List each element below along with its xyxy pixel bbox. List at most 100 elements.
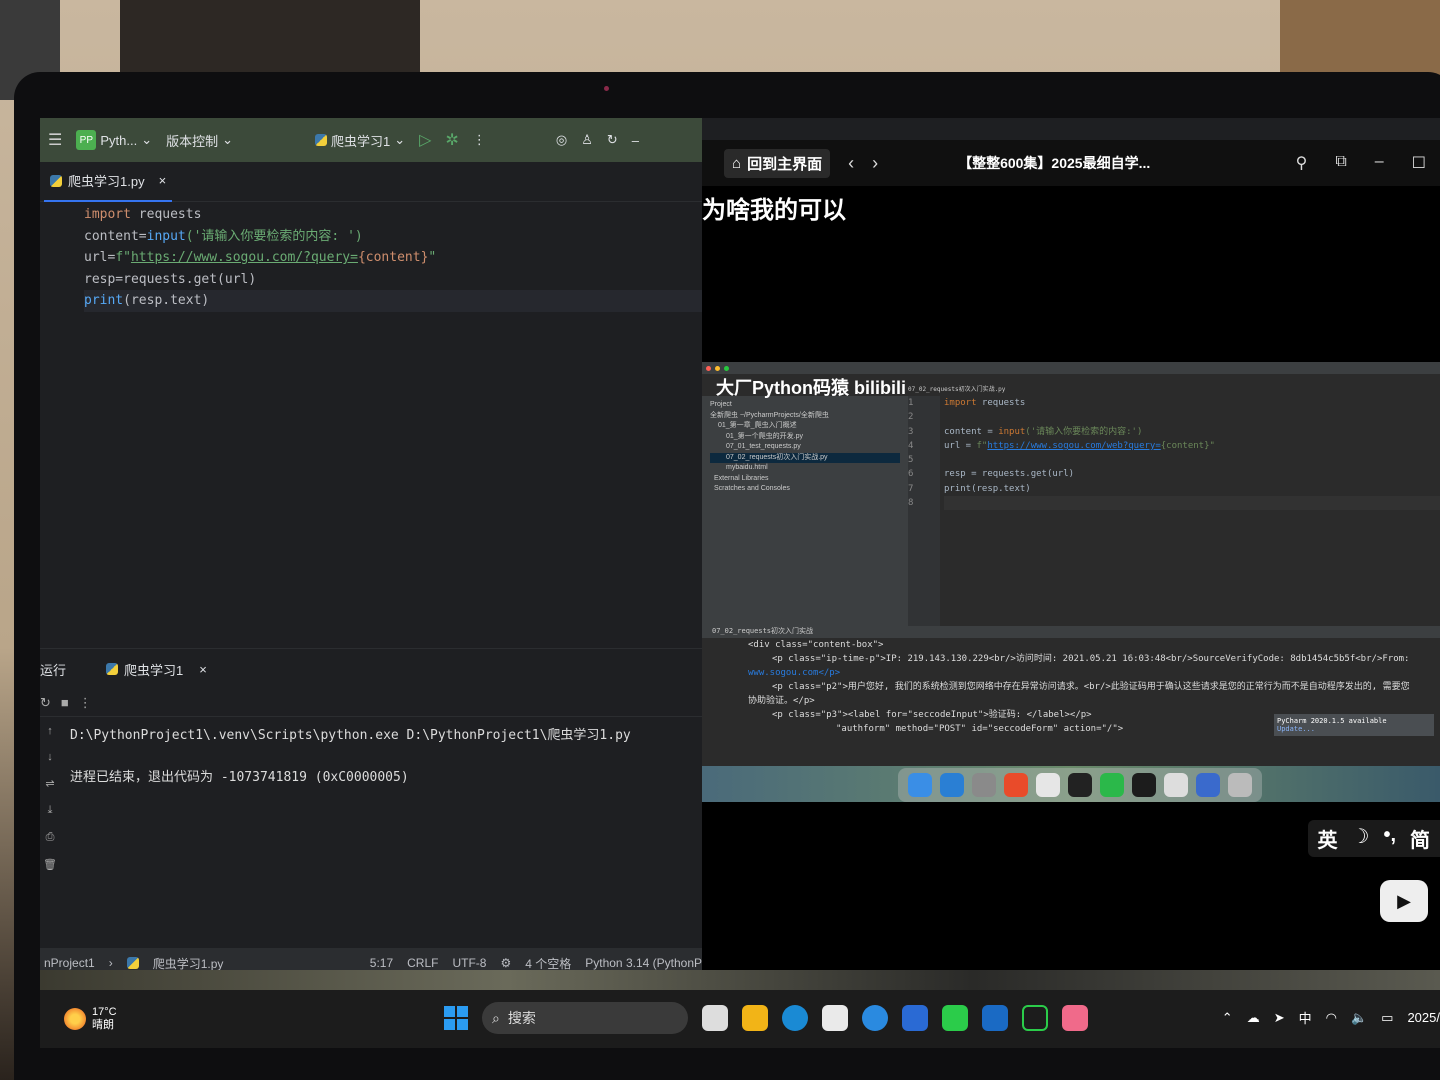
run-config-selector[interactable]: 爬虫学习1 ⌄ [315, 131, 405, 150]
hamburger-menu-icon[interactable]: ☰ [48, 130, 62, 150]
punctuation-icon[interactable]: •, [1383, 824, 1396, 853]
vcs-menu-label: 版本控制 [166, 133, 219, 149]
console-command: D:\PythonProject1\.venv\Scripts\python.e… [70, 728, 631, 743]
bilibili-tv-icon[interactable]: ▶ [1380, 880, 1428, 922]
vcs-menu[interactable]: 版本控制 ⌄ [166, 131, 233, 150]
pycharm-icon[interactable] [1022, 1005, 1048, 1031]
location-icon[interactable]: ➤ [1274, 1010, 1285, 1026]
code-area[interactable]: import requests content=input('请输入你要检索的内… [84, 204, 702, 312]
search-icon: ⌕ [492, 1009, 500, 1026]
close-icon[interactable]: × [199, 662, 207, 677]
caret-position[interactable]: 5:17 [370, 956, 393, 970]
code-string: ('请输入你要检索的内容:') [1025, 426, 1143, 437]
soft-wrap-icon[interactable]: ⇌ [45, 777, 54, 790]
indent-setting[interactable]: 4 个空格 [525, 955, 571, 972]
add-user-icon[interactable]: ♙ [581, 132, 593, 148]
close-dot-icon [706, 365, 711, 371]
task-view-icon[interactable] [702, 1005, 728, 1031]
chevron-down-icon: ⌄ [141, 132, 153, 147]
browser-icon[interactable] [862, 1005, 888, 1031]
chat-icon[interactable] [942, 1005, 968, 1031]
code-editor[interactable]: import requests content=input('请输入你要检索的内… [40, 202, 702, 648]
breadcrumb-file[interactable]: 爬虫学习1.py [153, 955, 224, 972]
start-button-icon[interactable] [444, 1006, 468, 1030]
wifi-icon[interactable]: ◠ [1326, 1010, 1337, 1026]
code-text: content= [84, 228, 147, 244]
volume-icon[interactable]: 🔈 [1351, 1010, 1367, 1026]
code-text: resp = requests.get(url) [944, 469, 1075, 480]
input-method[interactable]: 中 [1299, 1008, 1312, 1027]
back-arrow-icon[interactable]: ‹ [848, 153, 854, 174]
safari-icon [940, 773, 964, 797]
minimize-dot-icon [715, 365, 720, 371]
cloud-icon[interactable]: ☁ [1247, 1010, 1260, 1026]
video-run-line: <p class="p2">用户您好, 我们的系统检测到您网络中存在异常访问请求… [772, 682, 1410, 692]
close-icon[interactable]: × [159, 173, 167, 188]
arrow-down-icon[interactable]: ↓ [47, 751, 53, 763]
tree-item: Scratches and Consoles [714, 485, 790, 492]
video-frame[interactable]: Project 全新爬虫 ~/PycharmProjects/全新爬虫 01_第… [702, 362, 1440, 802]
code-line: import requests [84, 204, 702, 226]
print-icon[interactable]: ⎙ [46, 831, 55, 844]
chevron-up-icon[interactable]: ⌃ [1222, 1010, 1233, 1026]
more-icon[interactable]: ⋮ [79, 695, 92, 711]
moon-icon[interactable]: ☽ [1352, 824, 1370, 853]
video-mac-dock [898, 768, 1262, 802]
store-icon[interactable] [822, 1005, 848, 1031]
forward-arrow-icon[interactable]: › [872, 153, 878, 174]
code-keyword: import [84, 207, 131, 222]
edge-icon[interactable] [782, 1005, 808, 1031]
trash-icon[interactable]: 🗑 [43, 858, 57, 871]
pin-icon[interactable]: ⚲ [1296, 153, 1308, 173]
ai-assistant-icon[interactable]: ◎ [556, 132, 567, 148]
project-menu[interactable]: PP Pyth... ⌄ [76, 130, 152, 150]
stop-icon[interactable]: ■ [61, 695, 69, 710]
app-icon[interactable] [902, 1005, 928, 1031]
line-number: 6 [908, 469, 914, 480]
file-explorer-icon[interactable] [742, 1005, 768, 1031]
breadcrumb-project[interactable]: nProject1 [44, 956, 95, 970]
video-code-line-current [944, 496, 1440, 511]
window-controls: ⚲ ⧉ – ☐ [1296, 153, 1426, 173]
home-button[interactable]: ⌂ 回到主界面 [724, 148, 831, 178]
mail-icon[interactable] [982, 1005, 1008, 1031]
code-url: https://www.sogou.com/web?query= [987, 440, 1161, 451]
ime-script[interactable]: 简 [1410, 824, 1430, 853]
minimize-icon[interactable]: – [632, 133, 639, 148]
tree-item: 01_第一章_爬虫入门概述 [718, 422, 797, 429]
tree-item: Project [710, 401, 732, 408]
debug-icon[interactable]: ✲ [445, 130, 458, 150]
code-url[interactable]: https://www.sogou.com/?query= [131, 250, 358, 265]
code-text: resp=requests.get(url) [84, 271, 257, 287]
code-string: " [428, 250, 437, 265]
tab-spider-file[interactable]: 爬虫学习1.py × [44, 162, 173, 202]
file-encoding[interactable]: UTF-8 [452, 956, 486, 970]
run-panel: 运行 爬虫学习1 × ↻ ■ ⋮ ↑ ↓ ⇌ ⤓ ⎙ 🗑 D:\PythonPr… [40, 648, 702, 960]
mini-window-icon[interactable]: ⧉ [1335, 153, 1346, 173]
run-panel-header: 运行 爬虫学习1 × [40, 649, 702, 689]
rerun-icon[interactable]: ↻ [40, 695, 51, 711]
line-number: 3 [908, 426, 914, 437]
taskbar-search[interactable]: ⌕ 搜索 [482, 1002, 688, 1034]
maximize-icon[interactable]: ☐ [1412, 153, 1426, 173]
refresh-icon[interactable]: ↻ [607, 132, 618, 148]
battery-icon[interactable]: ▭ [1381, 1010, 1393, 1026]
system-tray: ⌃ ☁ ➤ 中 ◠ 🔈 ▭ 2025/ [1222, 1008, 1440, 1027]
run-console[interactable]: D:\PythonProject1\.venv\Scripts\python.e… [70, 725, 631, 789]
ime-language[interactable]: 英 [1318, 824, 1338, 853]
chevron-down-icon: ⌄ [222, 132, 234, 147]
scroll-end-icon[interactable]: ⤓ [48, 804, 53, 817]
line-separator[interactable]: CRLF [407, 956, 438, 970]
run-icon[interactable]: ▷ [419, 130, 431, 150]
tab-run-config[interactable]: 爬虫学习1 × [100, 654, 213, 684]
date-text[interactable]: 2025/ [1407, 1010, 1440, 1025]
launchpad-icon [972, 773, 996, 797]
arrow-up-icon[interactable]: ↑ [47, 725, 53, 737]
line-number: 8 [908, 498, 914, 509]
minimize-icon[interactable]: – [1375, 153, 1384, 173]
video-run-panel: 07_02_requests初次入门实战 <div class="content… [702, 626, 1440, 766]
bilibili-app-icon[interactable] [1062, 1005, 1088, 1031]
more-icon[interactable]: ⋮ [473, 132, 486, 148]
python-interpreter[interactable]: Python 3.14 (PythonP [585, 956, 702, 970]
weather-widget[interactable]: 17°C 晴朗 [64, 1006, 117, 1032]
